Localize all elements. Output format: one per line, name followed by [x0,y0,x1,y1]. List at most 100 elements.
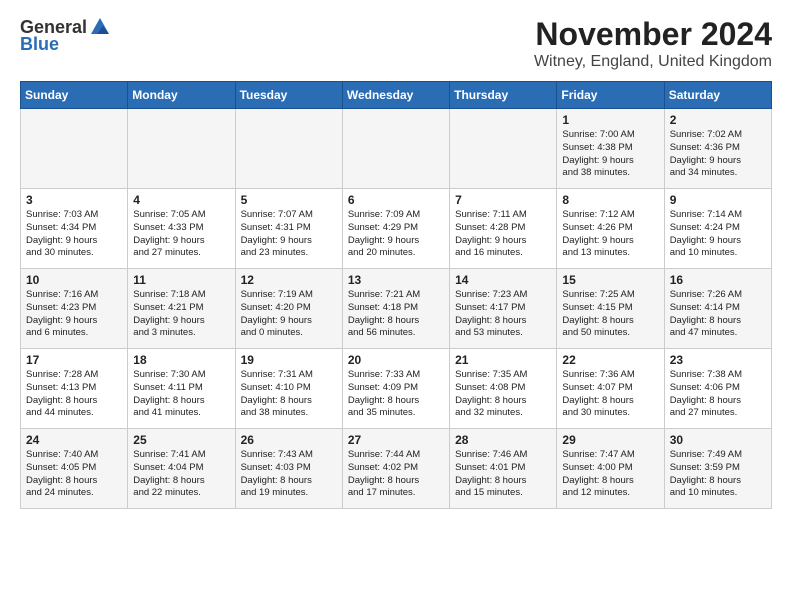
calendar-cell: 10 Sunrise: 7:16 AM Sunset: 4:23 PM Dayli… [21,269,128,349]
day-header-saturday: Saturday [664,82,771,109]
week-row-1: 1Sunrise: 7:00 AM Sunset: 4:38 PM Daylig… [21,109,772,189]
calendar-cell: 8Sunrise: 7:12 AM Sunset: 4:26 PM Daylig… [557,189,664,269]
day-info: Sunrise: 7:36 AM Sunset: 4:07 PM Dayligh… [562,369,658,420]
day-number: 16 [670,273,766,287]
day-header-tuesday: Tuesday [235,82,342,109]
day-number: 11 [133,273,229,287]
day-number: 24 [26,433,122,447]
logo: General Blue [20,16,113,55]
day-info: Sunrise: 7:09 AM Sunset: 4:29 PM Dayligh… [348,209,444,260]
page: General Blue November 2024 Witney, Engla… [0,0,792,519]
calendar-cell: 9 Sunrise: 7:14 AM Sunset: 4:24 PM Daylig… [664,189,771,269]
day-number: 29 [562,433,658,447]
day-number: 27 [348,433,444,447]
day-info: Sunrise: 7:33 AM Sunset: 4:09 PM Dayligh… [348,369,444,420]
day-header-wednesday: Wednesday [342,82,449,109]
day-number: 23 [670,353,766,367]
day-info: Sunrise: 7:11 AM Sunset: 4:28 PM Dayligh… [455,209,551,260]
calendar-cell: 25Sunrise: 7:41 AM Sunset: 4:04 PM Dayli… [128,429,235,509]
day-info: Sunrise: 7:12 AM Sunset: 4:26 PM Dayligh… [562,209,658,260]
calendar-cell: 2Sunrise: 7:02 AM Sunset: 4:36 PM Daylig… [664,109,771,189]
calendar-cell: 29Sunrise: 7:47 AM Sunset: 4:00 PM Dayli… [557,429,664,509]
day-info: Sunrise: 7:21 AM Sunset: 4:18 PM Dayligh… [348,289,444,340]
calendar-cell: 12Sunrise: 7:19 AM Sunset: 4:20 PM Dayli… [235,269,342,349]
day-header-friday: Friday [557,82,664,109]
calendar-cell: 21 Sunrise: 7:35 AM Sunset: 4:08 PM Dayli… [450,349,557,429]
day-number: 6 [348,193,444,207]
day-info: Sunrise: 7:16 AM Sunset: 4:23 PM Dayligh… [26,289,122,340]
day-number: 22 [562,353,658,367]
day-number: 13 [348,273,444,287]
logo-text: General Blue [20,16,113,55]
calendar-cell: 23 Sunrise: 7:38 AM Sunset: 4:06 PM Dayli… [664,349,771,429]
calendar-cell [342,109,449,189]
day-info: Sunrise: 7:23 AM Sunset: 4:17 PM Dayligh… [455,289,551,340]
day-info: Sunrise: 7:03 AM Sunset: 4:34 PM Dayligh… [26,209,122,260]
calendar-cell: 13 Sunrise: 7:21 AM Sunset: 4:18 PM Dayli… [342,269,449,349]
day-number: 19 [241,353,337,367]
week-row-5: 24 Sunrise: 7:40 AM Sunset: 4:05 PM Dayli… [21,429,772,509]
day-info: Sunrise: 7:35 AM Sunset: 4:08 PM Dayligh… [455,369,551,420]
calendar-cell: 22 Sunrise: 7:36 AM Sunset: 4:07 PM Dayli… [557,349,664,429]
day-info: Sunrise: 7:38 AM Sunset: 4:06 PM Dayligh… [670,369,766,420]
calendar-cell [235,109,342,189]
day-number: 4 [133,193,229,207]
calendar-cell: 7 Sunrise: 7:11 AM Sunset: 4:28 PM Daylig… [450,189,557,269]
day-number: 21 [455,353,551,367]
day-header-thursday: Thursday [450,82,557,109]
calendar-cell: 19 Sunrise: 7:31 AM Sunset: 4:10 PM Dayli… [235,349,342,429]
day-info: Sunrise: 7:19 AM Sunset: 4:20 PM Dayligh… [241,289,337,340]
day-number: 3 [26,193,122,207]
day-number: 10 [26,273,122,287]
day-number: 1 [562,113,658,127]
logo-icon [89,16,111,38]
main-title: November 2024 [534,16,772,53]
calendar-cell [21,109,128,189]
calendar-cell: 6 Sunrise: 7:09 AM Sunset: 4:29 PM Daylig… [342,189,449,269]
day-info: Sunrise: 7:46 AM Sunset: 4:01 PM Dayligh… [455,449,551,500]
day-number: 14 [455,273,551,287]
calendar-cell: 1Sunrise: 7:00 AM Sunset: 4:38 PM Daylig… [557,109,664,189]
calendar-cell: 16 Sunrise: 7:26 AM Sunset: 4:14 PM Dayli… [664,269,771,349]
day-info: Sunrise: 7:07 AM Sunset: 4:31 PM Dayligh… [241,209,337,260]
day-number: 30 [670,433,766,447]
day-info: Sunrise: 7:26 AM Sunset: 4:14 PM Dayligh… [670,289,766,340]
day-header-monday: Monday [128,82,235,109]
day-info: Sunrise: 7:49 AM Sunset: 3:59 PM Dayligh… [670,449,766,500]
calendar-cell: 14 Sunrise: 7:23 AM Sunset: 4:17 PM Dayli… [450,269,557,349]
calendar-cell: 15 Sunrise: 7:25 AM Sunset: 4:15 PM Dayli… [557,269,664,349]
calendar-cell: 11 Sunrise: 7:18 AM Sunset: 4:21 PM Dayli… [128,269,235,349]
calendar-cell: 3 Sunrise: 7:03 AM Sunset: 4:34 PM Daylig… [21,189,128,269]
day-number: 28 [455,433,551,447]
calendar-cell: 27 Sunrise: 7:44 AM Sunset: 4:02 PM Dayli… [342,429,449,509]
calendar-cell: 18Sunrise: 7:30 AM Sunset: 4:11 PM Dayli… [128,349,235,429]
day-info: Sunrise: 7:25 AM Sunset: 4:15 PM Dayligh… [562,289,658,340]
calendar-cell: 28 Sunrise: 7:46 AM Sunset: 4:01 PM Dayli… [450,429,557,509]
day-number: 15 [562,273,658,287]
day-info: Sunrise: 7:43 AM Sunset: 4:03 PM Dayligh… [241,449,337,500]
day-number: 9 [670,193,766,207]
day-number: 2 [670,113,766,127]
calendar-cell: 17Sunrise: 7:28 AM Sunset: 4:13 PM Dayli… [21,349,128,429]
calendar-cell: 5 Sunrise: 7:07 AM Sunset: 4:31 PM Daylig… [235,189,342,269]
calendar-cell [450,109,557,189]
day-header-sunday: Sunday [21,82,128,109]
subtitle: Witney, England, United Kingdom [534,53,772,71]
day-info: Sunrise: 7:05 AM Sunset: 4:33 PM Dayligh… [133,209,229,260]
day-info: Sunrise: 7:31 AM Sunset: 4:10 PM Dayligh… [241,369,337,420]
day-info: Sunrise: 7:14 AM Sunset: 4:24 PM Dayligh… [670,209,766,260]
day-info: Sunrise: 7:44 AM Sunset: 4:02 PM Dayligh… [348,449,444,500]
calendar-cell: 24 Sunrise: 7:40 AM Sunset: 4:05 PM Dayli… [21,429,128,509]
day-number: 7 [455,193,551,207]
calendar-cell: 4 Sunrise: 7:05 AM Sunset: 4:33 PM Daylig… [128,189,235,269]
day-info: Sunrise: 7:40 AM Sunset: 4:05 PM Dayligh… [26,449,122,500]
day-number: 5 [241,193,337,207]
week-row-2: 3 Sunrise: 7:03 AM Sunset: 4:34 PM Daylig… [21,189,772,269]
day-number: 20 [348,353,444,367]
calendar-table: SundayMondayTuesdayWednesdayThursdayFrid… [20,81,772,509]
day-number: 25 [133,433,229,447]
day-number: 26 [241,433,337,447]
day-info: Sunrise: 7:28 AM Sunset: 4:13 PM Dayligh… [26,369,122,420]
calendar-cell [128,109,235,189]
day-info: Sunrise: 7:18 AM Sunset: 4:21 PM Dayligh… [133,289,229,340]
